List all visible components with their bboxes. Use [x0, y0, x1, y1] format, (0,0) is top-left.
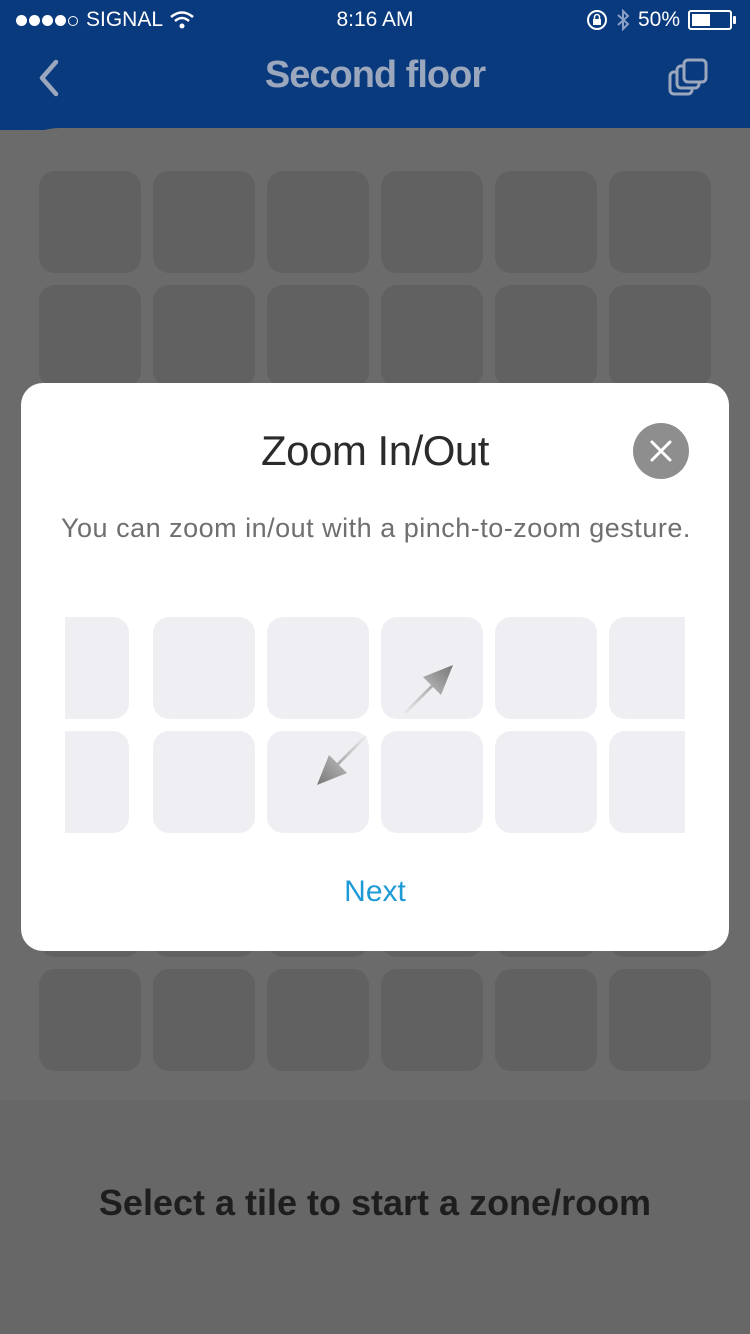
floor-tile[interactable]	[267, 969, 369, 1071]
illustration-tile	[65, 731, 129, 833]
status-bar: SIGNAL 8:16 AM 50%	[0, 0, 750, 40]
dialog-description: You can zoom in/out with a pinch-to-zoom…	[61, 513, 691, 543]
close-button[interactable]	[633, 423, 689, 479]
floor-tile[interactable]	[381, 285, 483, 387]
illustration-tile	[609, 731, 685, 833]
floor-tile[interactable]	[39, 171, 141, 273]
status-right: 50%	[586, 8, 736, 32]
floor-tile[interactable]	[153, 171, 255, 273]
floor-tile[interactable]	[39, 969, 141, 1071]
zoom-in-arrow-icon	[317, 735, 367, 785]
floor-tile[interactable]	[495, 285, 597, 387]
floor-tile[interactable]	[267, 285, 369, 387]
bluetooth-icon	[617, 9, 630, 31]
footer-message: Select a tile to start a zone/room	[98, 1182, 652, 1223]
illustration-tile	[495, 617, 597, 719]
footer-panel: Select a tile to start a zone/room	[0, 1100, 750, 1334]
layers-icon[interactable]	[668, 58, 708, 98]
floor-tile[interactable]	[609, 285, 711, 387]
rotation-lock-icon	[586, 10, 607, 30]
illustration-tile	[495, 731, 597, 833]
zoom-out-arrow-icon	[403, 665, 453, 715]
battery-icon	[688, 10, 736, 30]
floor-tile[interactable]	[381, 969, 483, 1071]
next-button[interactable]: Next	[21, 875, 729, 909]
floor-tile[interactable]	[495, 171, 597, 273]
battery-percent: 50%	[637, 8, 680, 31]
illustration-tile	[609, 617, 685, 719]
zoom-tutorial-dialog: Zoom In/Out You can zoom in/out with a p…	[21, 383, 729, 951]
floor-tile[interactable]	[153, 285, 255, 387]
close-icon	[650, 440, 672, 462]
navigation-bar: Second floor	[0, 40, 750, 130]
floor-tile[interactable]	[609, 171, 711, 273]
illustration-tile	[267, 617, 369, 719]
dialog-title: Zoom In/Out	[261, 427, 489, 474]
floor-tile[interactable]	[39, 285, 141, 387]
illustration-tile	[65, 617, 129, 719]
floor-tile[interactable]	[495, 969, 597, 1071]
illustration-tile	[381, 731, 483, 833]
floor-tile[interactable]	[381, 171, 483, 273]
illustration-tile	[153, 731, 255, 833]
illustration-tile	[153, 617, 255, 719]
floor-tile[interactable]	[267, 171, 369, 273]
zoom-illustration	[65, 617, 685, 835]
page-title: Second floor	[264, 54, 486, 96]
floor-tile[interactable]	[153, 969, 255, 1071]
floor-tile[interactable]	[609, 969, 711, 1071]
